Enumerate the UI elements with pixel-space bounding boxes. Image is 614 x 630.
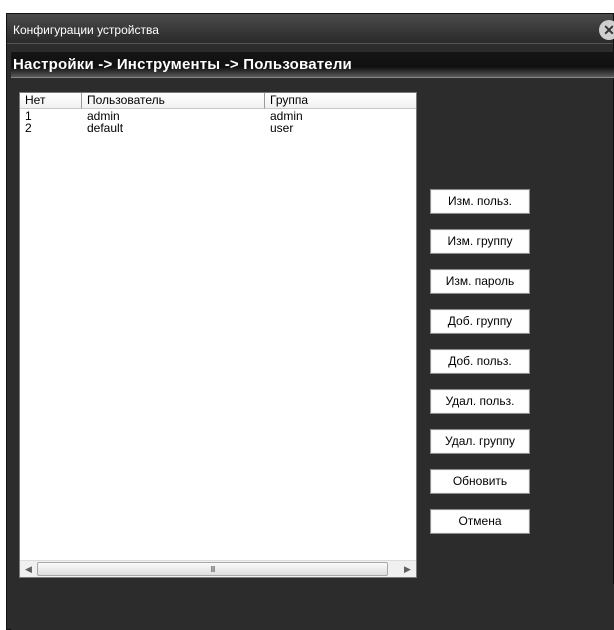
scroll-left-icon[interactable]: ◀	[20, 561, 37, 577]
list-header: Нет Пользователь Группа	[20, 93, 416, 109]
table-row[interactable]: 1 admin admin	[20, 110, 416, 122]
delete-group-button[interactable]: Удал. группу	[430, 429, 530, 454]
table-row[interactable]: 2 default user	[20, 122, 416, 134]
row-number: 2	[25, 122, 32, 134]
column-header-number[interactable]: Нет	[20, 93, 82, 109]
scroll-right-icon[interactable]: ▶	[399, 561, 416, 577]
grip-icon: III	[210, 565, 216, 574]
breadcrumb-bar: Настройки -> Инструменты -> Пользователи	[11, 52, 614, 78]
refresh-button[interactable]: Обновить	[430, 469, 530, 494]
window-title: Конфигурации устройства	[13, 23, 159, 37]
add-group-button[interactable]: Доб. группу	[430, 309, 530, 334]
row-group: admin	[270, 110, 303, 122]
edit-user-button[interactable]: Изм. польз.	[430, 189, 530, 214]
edit-group-button[interactable]: Изм. группу	[430, 229, 530, 254]
close-icon[interactable]: ✕	[599, 20, 614, 40]
add-user-button[interactable]: Доб. польз.	[430, 349, 530, 374]
breadcrumb: Настройки -> Инструменты -> Пользователи	[13, 56, 352, 73]
column-header-user[interactable]: Пользователь	[82, 93, 265, 109]
horizontal-scrollbar[interactable]: ◀ III ▶	[20, 560, 416, 577]
row-user: admin	[87, 110, 120, 122]
row-user: default	[87, 122, 124, 134]
row-group: user	[270, 122, 294, 134]
bottom-area	[11, 584, 614, 630]
config-window: Конфигурации устройства ✕ Настройки -> И…	[6, 13, 614, 630]
cancel-button[interactable]: Отмена	[430, 509, 530, 534]
list-rows: 1 admin admin 2 default user	[20, 110, 416, 134]
row-number: 1	[25, 110, 32, 122]
delete-user-button[interactable]: Удал. польз.	[430, 389, 530, 414]
user-list[interactable]: Нет Пользователь Группа 1 admin admin 2 …	[19, 92, 417, 578]
edit-password-button[interactable]: Изм. пароль	[430, 269, 530, 294]
title-bar: Конфигурации устройства ✕	[7, 14, 614, 44]
column-header-group[interactable]: Группа	[265, 93, 416, 109]
scroll-thumb[interactable]: III	[37, 562, 388, 576]
